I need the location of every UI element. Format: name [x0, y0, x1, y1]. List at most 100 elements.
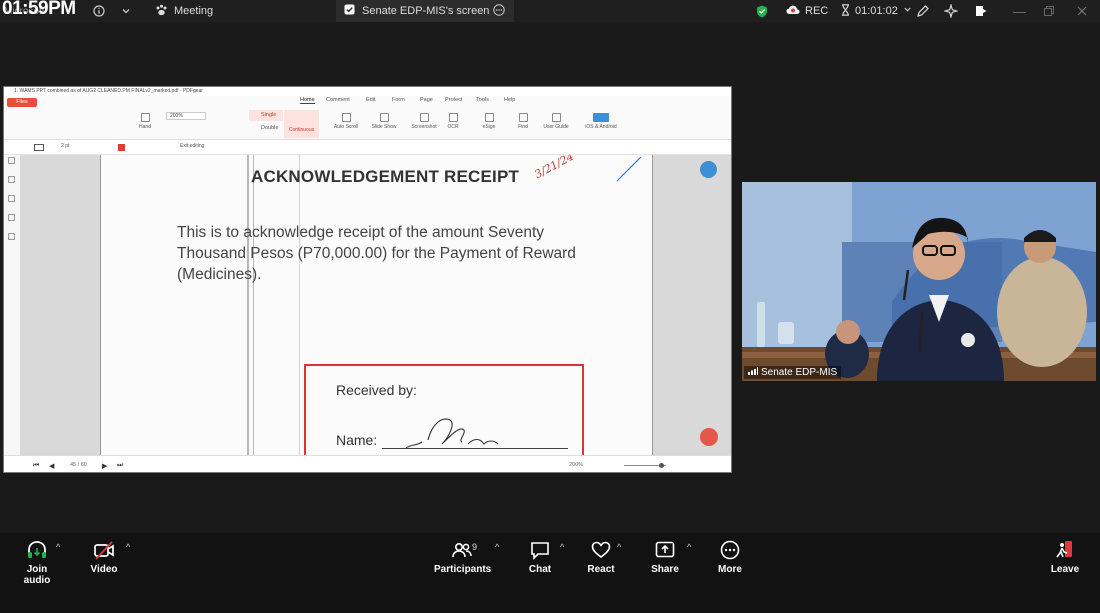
audio-options-caret-icon[interactable]: ^ — [56, 542, 60, 552]
next-page-icon[interactable]: ▶ — [102, 462, 107, 470]
pdf-page[interactable]: ACKNOWLEDGEMENT RECEIPT 3/21/24 This is … — [100, 155, 653, 455]
ribbon-tab-tools[interactable]: Tools — [476, 97, 489, 103]
ai-assistant-button[interactable] — [700, 161, 717, 178]
recording-indicator[interactable]: REC — [786, 0, 828, 22]
share-options-caret-icon[interactable]: ^ — [687, 542, 691, 552]
name-label: Name: — [336, 432, 378, 448]
status-zoom[interactable]: 200% — [569, 462, 583, 468]
react-button[interactable]: React — [586, 539, 616, 575]
shared-pdf-window[interactable]: 1. WAMS PPT combined as of AUG2 CLEANED.… — [3, 86, 732, 473]
last-page-icon[interactable]: ⏭ — [117, 462, 123, 470]
scan-artifact — [247, 155, 249, 455]
more-icon — [720, 540, 740, 560]
ribbon-tab-protect[interactable]: Protect — [445, 97, 462, 103]
minimize-icon[interactable]: — — [1013, 0, 1026, 22]
meeting-timer[interactable]: 01:01:02 — [841, 0, 912, 22]
comments-icon[interactable] — [8, 195, 15, 202]
page-indicator[interactable]: 45 / 60 — [70, 462, 87, 468]
close-icon[interactable] — [1077, 0, 1087, 22]
hand-label: Hand — [139, 124, 151, 130]
rec-label: REC — [805, 5, 829, 17]
video-off-icon — [94, 541, 114, 560]
info-icon[interactable] — [93, 0, 105, 22]
chevron-down-icon[interactable] — [121, 0, 131, 22]
esign-button[interactable]: eSign — [472, 113, 506, 130]
blue-pen-stroke — [616, 156, 642, 182]
ocr-button[interactable]: OCR — [436, 113, 470, 130]
hourglass-icon — [841, 3, 850, 19]
participant-name: Senate EDP-MIS — [761, 367, 838, 378]
paw-icon — [155, 4, 168, 19]
user-guide-label: User Guide — [543, 124, 569, 130]
ios-android-label: iOS & Android — [585, 124, 617, 130]
first-page-icon[interactable]: ⏮ — [33, 462, 39, 470]
sparkle-icon[interactable] — [944, 0, 958, 22]
chat-options-caret-icon[interactable]: ^ — [560, 542, 564, 552]
participants-options-caret-icon[interactable]: ^ — [495, 542, 499, 552]
video-button[interactable]: Video — [84, 539, 124, 575]
share-button[interactable]: Share — [650, 539, 680, 575]
zoom-slider-handle[interactable] — [659, 463, 664, 468]
ribbon-tab-form[interactable]: Form — [392, 97, 405, 103]
meeting-controls-bar: Join audio ^ Video ^ Participants 9 ^ Ch… — [0, 533, 1100, 613]
ribbon-tab-comment[interactable]: Comment — [326, 97, 350, 103]
received-by-box: Received by: Name: — [304, 364, 584, 455]
restore-icon[interactable] — [1044, 0, 1054, 22]
auto-scroll-button[interactable]: Auto Scroll — [329, 113, 363, 130]
join-audio-button[interactable]: Join audio — [14, 539, 60, 586]
more-options-icon[interactable] — [493, 3, 505, 19]
zoom-input[interactable]: 200% — [166, 112, 206, 120]
find-button[interactable]: Find — [506, 113, 540, 130]
hand-icon — [140, 113, 150, 122]
cloud-record-icon — [786, 5, 800, 18]
user-guide-button[interactable]: User Guide — [539, 113, 573, 130]
ios-android-button[interactable]: iOS & Android — [581, 113, 621, 130]
remote-control-icon[interactable] — [974, 0, 988, 22]
annotate-pen-icon[interactable] — [916, 0, 930, 22]
ribbon-tab-edit[interactable]: Edit — [366, 97, 375, 103]
leave-button[interactable]: Leave — [1050, 539, 1080, 575]
chat-button[interactable]: Chat — [525, 539, 555, 575]
chat-icon — [531, 542, 549, 560]
find-icon — [518, 113, 528, 122]
pdf-left-sidebar — [4, 155, 20, 455]
exit-editing-button[interactable]: Exit editing — [180, 143, 204, 149]
thumbnails-icon[interactable] — [8, 176, 15, 183]
screen-share-tab[interactable]: Senate EDP-MIS's screen — [336, 0, 514, 22]
ribbon-tab-page[interactable]: Page — [420, 97, 433, 103]
auto-scroll-icon — [341, 113, 351, 122]
view-single-button[interactable]: Single — [249, 110, 283, 121]
rectangle-tool-icon[interactable] — [34, 144, 44, 151]
shield-icon[interactable] — [756, 0, 768, 22]
more-label: More — [718, 564, 742, 575]
ribbon-tab-help[interactable]: Help — [504, 97, 515, 103]
files-button[interactable]: Files — [7, 98, 37, 107]
bookmark-icon[interactable] — [8, 157, 15, 164]
hand-tool-button[interactable]: Hand — [128, 113, 162, 130]
attachment-icon[interactable] — [8, 233, 15, 240]
view-continuous-button[interactable]: Continuous — [284, 110, 319, 138]
leave-label: Leave — [1050, 564, 1080, 575]
share-screen-icon — [655, 541, 675, 558]
heart-icon — [591, 541, 611, 559]
find-label: Find — [518, 124, 528, 130]
view-double-button[interactable]: Double — [252, 125, 278, 131]
auto-scroll-label: Auto Scroll — [333, 124, 359, 130]
meeting-tab[interactable]: Meeting — [155, 0, 213, 22]
pdf-status-bar: ⏮ ◀ 45 / 60 ▶ ⏭ 200% — [4, 455, 731, 472]
prev-page-icon[interactable]: ◀ — [49, 462, 54, 470]
stroke-width-select[interactable]: 2 pt — [61, 143, 69, 149]
participant-video-tile[interactable]: Senate EDP-MIS — [742, 182, 1096, 381]
ribbon-tab-home[interactable]: Home — [300, 97, 315, 104]
color-swatch-red[interactable] — [118, 144, 125, 151]
react-options-caret-icon[interactable]: ^ — [617, 542, 621, 552]
pdfgear-float-button[interactable] — [700, 428, 718, 446]
signature-icon[interactable] — [8, 214, 15, 221]
participants-button[interactable]: Participants — [434, 539, 491, 575]
chevron-down-icon — [903, 5, 912, 17]
more-button[interactable]: More — [715, 539, 745, 575]
slide-show-button[interactable]: Slide Show — [367, 113, 401, 130]
video-options-caret-icon[interactable]: ^ — [126, 542, 130, 552]
screenshot-label: Screenshot — [411, 124, 437, 130]
slide-show-label: Slide Show — [371, 124, 397, 130]
